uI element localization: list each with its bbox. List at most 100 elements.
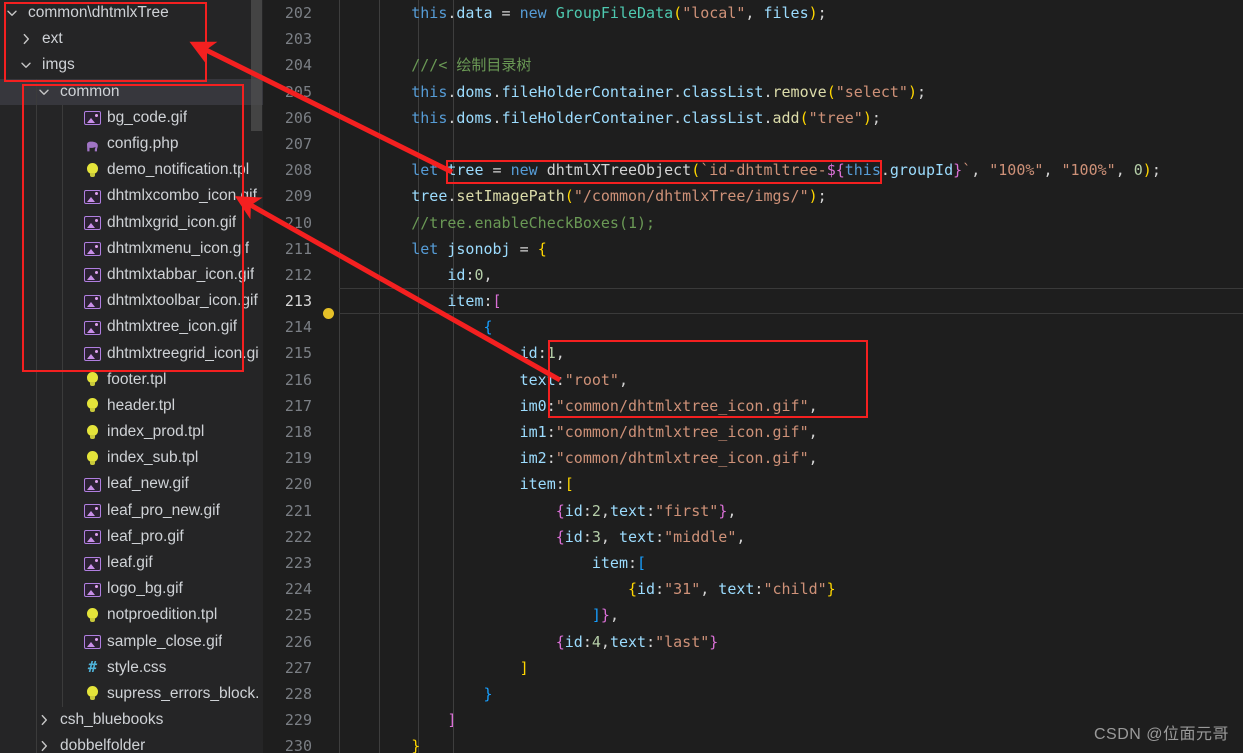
file-tree[interactable]: common\dhtmlxTree ext imgs common bg_code.gi… [0,0,263,753]
tree-file-dhtmlxmenu_icon-gif[interactable]: dhtmlxmenu_icon.gif [0,235,263,263]
chevron-right-icon[interactable] [36,738,52,753]
code-line[interactable]: 216 text:"root", [263,367,1243,393]
tree-file-index_prod-tpl[interactable]: index_prod.tpl [0,419,263,446]
code-text[interactable]: text:"root", [339,367,1243,393]
code-line[interactable]: 206 this.doms.fileHolderContainer.classL… [263,105,1243,131]
tree-file-sample_close-gif[interactable]: sample_close.gif [0,628,263,655]
code-line[interactable]: 221 {id:2,text:"first"}, [263,498,1243,524]
tree-folder-ext[interactable]: ext [0,26,263,52]
code-token: 0 [1133,161,1143,180]
code-text[interactable]: this.data = new GroupFileData("local", f… [339,0,1243,26]
tree-file-leaf_pro_new-gif[interactable]: leaf_pro_new.gif [0,497,263,524]
tree-file-dhtmlxtoolbar_icon-gif[interactable]: dhtmlxtoolbar_icon.gif [0,288,263,315]
tree-folder-common-dhtmlxtree[interactable]: common\dhtmlxTree [0,0,263,26]
code-text[interactable]: {id:3, text:"middle", [339,524,1243,550]
code-text[interactable]: {id:4,text:"last"} [339,629,1243,655]
tree-file-bg_code-gif[interactable]: bg_code.gif [0,104,263,132]
code-text[interactable]: { [339,314,1243,340]
sidebar-scrollbar[interactable] [251,0,262,131]
tree-file-leaf_new-gif[interactable]: leaf_new.gif [0,471,263,498]
chevron-down-icon[interactable] [36,84,52,100]
code-text[interactable]: {id:2,text:"first"}, [339,498,1243,524]
tree-file-config-php[interactable]: config.php [0,130,263,158]
code-text[interactable]: ///< 绘制目录树 [339,52,1243,78]
code-line[interactable]: 212 id:0, [263,262,1243,288]
code-line[interactable]: 203 [263,26,1243,52]
tree-file-supress_errors_block-tpl[interactable]: supress_errors_block.tpl [0,680,263,708]
chevron-right-icon[interactable] [18,31,34,47]
code-text[interactable]: im0:"common/dhtmlxtree_icon.gif", [339,393,1243,419]
tree-folder-dobbelfolder[interactable]: dobbelfolder [0,733,263,753]
code-text[interactable] [339,131,1243,157]
code-lines[interactable]: 202 this.data = new GroupFileData("local… [263,0,1243,753]
tree-file-notproedition-tpl[interactable]: notproedition.tpl [0,602,263,629]
code-line[interactable]: 223 item:[ [263,550,1243,576]
code-text[interactable]: this.doms.fileHolderContainer.classList.… [339,79,1243,105]
code-line[interactable]: 217 im0:"common/dhtmlxtree_icon.gif", [263,393,1243,419]
code-text[interactable]: item:[ [339,550,1243,576]
code-line[interactable]: 211 let jsonobj = { [263,236,1243,262]
chevron-right-icon[interactable] [36,712,52,728]
code-line[interactable]: 209 tree.setImagePath("/common/dhtmlxTre… [263,183,1243,209]
line-number: 214 [284,318,312,337]
code-text[interactable]: item:[ [339,288,1243,315]
tree-file-leaf_pro-gif[interactable]: leaf_pro.gif [0,523,263,551]
tree-file-dhtmlxtabbar_icon-gif[interactable]: dhtmlxtabbar_icon.gif [0,261,263,289]
tree-folder-imgs[interactable]: imgs [0,52,263,78]
tree-file-leaf-gif[interactable]: leaf.gif [0,549,263,577]
tree-file-dhtmlxtree_icon-gif[interactable]: dhtmlxtree_icon.gif [0,314,263,341]
tree-file-dhtmlxtreegrid_icon-gif[interactable]: dhtmlxtreegrid_icon.gif [0,340,263,367]
tree-file-style-css[interactable]: # style.css [0,654,263,682]
code-line[interactable]: 207 [263,131,1243,157]
code-text[interactable]: let tree = new dhtmlXTreeObject(`id-dhtm… [339,157,1243,183]
code-line[interactable]: 214 { [263,314,1243,340]
code-text[interactable]: id:1, [339,340,1243,366]
code-editor[interactable]: 202 this.data = new GroupFileData("local… [263,0,1243,753]
code-line[interactable]: 225 ]}, [263,602,1243,628]
code-line[interactable]: 226 {id:4,text:"last"} [263,629,1243,655]
code-token: : [655,527,665,546]
tree-folder-csh_bluebooks[interactable]: csh_bluebooks [0,707,263,734]
code-line[interactable]: 220 item:[ [263,471,1243,497]
code-text[interactable]: tree.setImagePath("/common/dhtmlxTree/im… [339,183,1243,209]
code-line[interactable]: 205 this.doms.fileHolderContainer.classL… [263,79,1243,105]
code-text[interactable] [339,26,1243,52]
code-text[interactable]: item:[ [339,471,1243,497]
code-line[interactable]: 224 {id:"31", text:"child"} [263,576,1243,602]
code-line[interactable]: 215 id:1, [263,340,1243,366]
code-text[interactable]: im2:"common/dhtmlxtree_icon.gif", [339,445,1243,471]
code-line[interactable]: 213 item:[ [263,288,1243,320]
tpl-file-icon [84,371,101,388]
code-line[interactable]: 202 this.data = new GroupFileData("local… [263,0,1243,26]
tree-file-header-tpl[interactable]: header.tpl [0,392,263,420]
code-line[interactable]: 222 {id:3, text:"middle", [263,524,1243,550]
code-line[interactable]: 228 } [263,681,1243,707]
tree-file-footer-tpl[interactable]: footer.tpl [0,366,263,394]
code-text[interactable]: this.doms.fileHolderContainer.classList.… [339,105,1243,131]
code-text[interactable]: let jsonobj = { [339,236,1243,262]
code-text[interactable]: im1:"common/dhtmlxtree_icon.gif", [339,419,1243,445]
code-line[interactable]: 227 ] [263,655,1243,681]
tree-file-dhtmlxcombo_icon-gif[interactable]: dhtmlxcombo_icon.gif [0,183,263,210]
code-text[interactable]: {id:"31", text:"child"} [339,576,1243,602]
code-line[interactable]: 208 let tree = new dhtmlXTreeObject(`id-… [263,157,1243,183]
code-token: , [808,423,818,441]
tree-file-dhtmlxgrid_icon-gif[interactable]: dhtmlxgrid_icon.gif [0,209,263,236]
code-line[interactable]: 218 im1:"common/dhtmlxtree_icon.gif", [263,419,1243,445]
tree-file-logo_bg-gif[interactable]: logo_bg.gif [0,576,263,603]
chevron-down-icon[interactable] [18,57,34,73]
code-text[interactable]: id:0, [339,262,1243,288]
tree-file-demo_notification-tpl[interactable]: demo_notification.tpl [0,157,263,184]
code-line[interactable]: 219 im2:"common/dhtmlxtree_icon.gif", [263,445,1243,471]
chevron-down-icon[interactable] [4,5,20,21]
code-line[interactable]: 210 //tree.enableCheckBoxes(1); [263,210,1243,236]
code-text[interactable]: ] [339,655,1243,681]
tree-folder-common[interactable]: common [0,78,263,105]
code-line[interactable]: 204 ///< 绘制目录树 [263,52,1243,78]
code-text[interactable]: ]}, [339,602,1243,628]
code-text[interactable]: } [339,681,1243,707]
code-text[interactable]: //tree.enableCheckBoxes(1); [339,210,1243,236]
tree-file-index_sub-tpl[interactable]: index_sub.tpl [0,445,263,472]
